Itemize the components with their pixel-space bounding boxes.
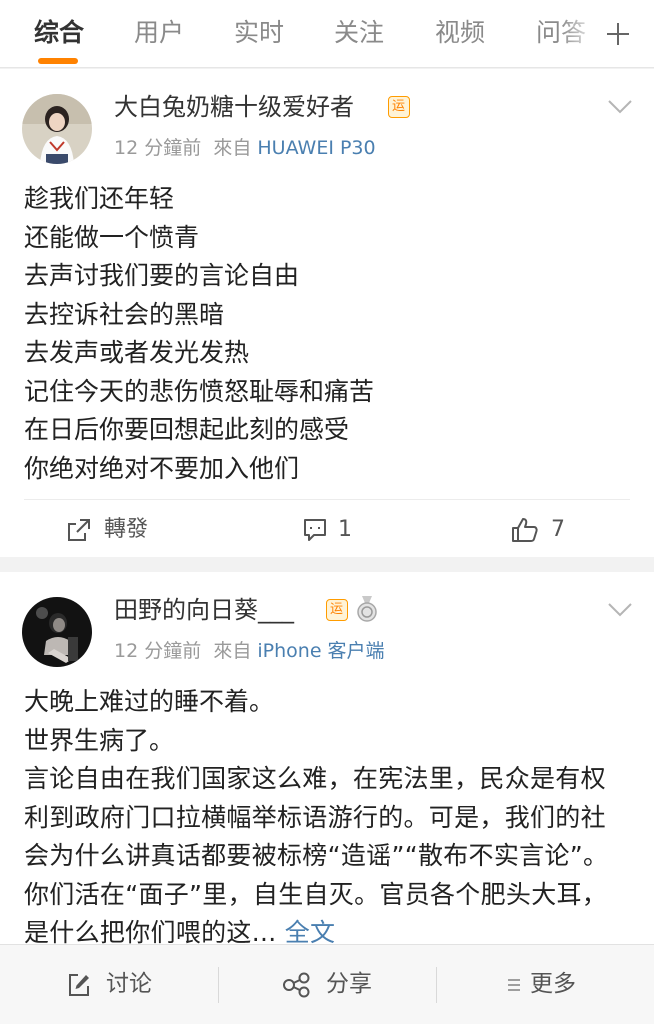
badge-label: 运 bbox=[391, 99, 405, 114]
post-time: 12 分鐘前 bbox=[114, 137, 202, 159]
post-meta: 12 分鐘前 來自 HUAWEI P30 bbox=[114, 135, 376, 161]
member-badge[interactable]: 运 bbox=[388, 96, 410, 118]
discuss-label: 讨论 bbox=[106, 971, 152, 997]
post-text-line: 趁我们还年轻 bbox=[24, 184, 175, 213]
chevron-down-icon[interactable] bbox=[607, 602, 633, 618]
tab-video[interactable]: 视频 bbox=[435, 16, 485, 50]
member-badge[interactable]: 运 bbox=[326, 599, 348, 621]
user-name[interactable]: 田野的向日葵___ bbox=[114, 594, 294, 626]
post-text-line: 大晚上难过的睡不着。 bbox=[24, 687, 275, 716]
thumbs-up-icon bbox=[512, 518, 538, 542]
post-card[interactable]: 大白兔奶糖十级爱好者 运 12 分鐘前 來自 HUAWEI P30 趁我们还年轻… bbox=[0, 69, 654, 557]
post-source[interactable]: iPhone 客户端 bbox=[257, 640, 384, 662]
chevron-down-icon[interactable] bbox=[607, 99, 633, 115]
user-name[interactable]: 大白兔奶糖十级爱好者 bbox=[114, 91, 354, 123]
discuss-button[interactable]: 讨论 bbox=[66, 967, 176, 1001]
bottom-bar-separator bbox=[218, 967, 219, 1003]
post-text-line: 去发声或者发光发热 bbox=[24, 338, 250, 367]
plus-icon bbox=[607, 23, 629, 45]
post-source[interactable]: HUAWEI P30 bbox=[257, 137, 375, 159]
share-label: 分享 bbox=[326, 971, 372, 997]
repost-label: 轉發 bbox=[104, 517, 149, 542]
avatar[interactable] bbox=[22, 94, 92, 164]
post-text-paragraph: 言论自由在我们国家这么难，在宪法里，民众是有权利到政府门口拉横幅举标语游行的。可… bbox=[24, 760, 628, 944]
post-text-line: 在日后你要回想起此刻的感受 bbox=[24, 415, 350, 444]
comment-button[interactable]: 1 bbox=[302, 513, 362, 547]
tab-comprehensive[interactable]: 综合 bbox=[34, 16, 84, 50]
post-text-line: 你绝对绝对不要加入他们 bbox=[24, 453, 300, 483]
full-text-link[interactable]: 全文 bbox=[285, 918, 336, 944]
share-icon bbox=[283, 972, 310, 998]
post-text-line: 世界生病了。 bbox=[24, 725, 175, 755]
medal-icon[interactable] bbox=[354, 595, 380, 623]
repost-icon bbox=[68, 519, 90, 541]
repost-button[interactable]: 轉發 bbox=[66, 513, 176, 547]
from-label: 來自 bbox=[213, 137, 252, 159]
post-text-line: 记住今天的悲伤愤怒耻辱和痛苦 bbox=[24, 376, 375, 406]
tab-realtime[interactable]: 实时 bbox=[234, 16, 284, 50]
post-text[interactable]: 趁我们还年轻 还能做一个愤青 去声讨我们要的言论自由 去控诉社会的黑暗 去发声或… bbox=[24, 180, 628, 488]
comment-icon bbox=[304, 519, 326, 541]
post-text-line: 去控诉社会的黑暗 bbox=[24, 299, 225, 329]
post-card[interactable]: 田野的向日葵___ 运 12 分鐘前 來自 iPhone 客户端 大晚上难过的睡… bbox=[0, 572, 654, 944]
menu-lines-icon bbox=[508, 979, 520, 991]
share-button[interactable]: 分享 bbox=[282, 967, 392, 1001]
post-text-line: 还能做一个愤青 bbox=[24, 222, 200, 252]
badge-label: 运 bbox=[329, 602, 343, 617]
action-divider bbox=[24, 499, 630, 500]
tab-following[interactable]: 关注 bbox=[334, 16, 384, 50]
search-tab-bar: 综合 用户 实时 关注 视频 问答 bbox=[0, 0, 654, 68]
post-text[interactable]: 大晚上难过的睡不着。 世界生病了。 言论自由在我们国家这么难，在宪法里，民众是有… bbox=[24, 683, 628, 944]
post-time: 12 分鐘前 bbox=[114, 640, 202, 662]
bottom-bar-separator bbox=[436, 967, 437, 1003]
post-meta: 12 分鐘前 來自 iPhone 客户端 bbox=[114, 638, 385, 664]
from-label: 來自 bbox=[213, 640, 252, 662]
like-button[interactable]: 7 bbox=[511, 513, 571, 547]
avatar[interactable] bbox=[22, 597, 92, 667]
post-text-content: 言论自由在我们国家这么难，在宪法里，民众是有权利到政府门口拉横幅举标语游行的。可… bbox=[24, 764, 609, 944]
post-text-line: 去声讨我们要的言论自由 bbox=[24, 261, 300, 290]
tab-overflow-fade bbox=[560, 0, 600, 67]
tab-users[interactable]: 用户 bbox=[134, 16, 184, 50]
add-tab-button[interactable] bbox=[598, 14, 638, 54]
like-count: 7 bbox=[551, 517, 565, 542]
edit-icon bbox=[69, 974, 89, 996]
more-button[interactable]: 更多 bbox=[506, 967, 596, 1001]
active-tab-indicator bbox=[38, 58, 78, 64]
more-label: 更多 bbox=[530, 971, 576, 997]
bottom-action-bar: 讨论 分享 更多 bbox=[0, 944, 654, 1024]
comment-count: 1 bbox=[338, 517, 352, 542]
